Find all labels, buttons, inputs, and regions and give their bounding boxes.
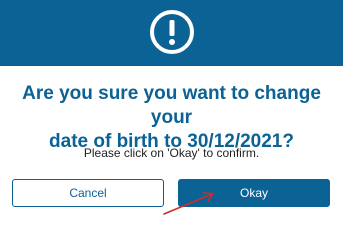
dialog-header bbox=[0, 0, 343, 66]
dialog-message: Please click on 'Okay' to confirm. bbox=[83, 146, 260, 160]
exclamation-circle-icon bbox=[150, 10, 194, 54]
dialog-title-line-1: Are you sure you want to change your bbox=[22, 83, 321, 128]
dialog-title: Are you sure you want to change your dat… bbox=[0, 82, 343, 154]
cancel-button[interactable]: Cancel bbox=[12, 179, 164, 207]
confirmation-dialog: Are you sure you want to change your dat… bbox=[0, 0, 343, 229]
okay-button[interactable]: Okay bbox=[178, 179, 330, 207]
